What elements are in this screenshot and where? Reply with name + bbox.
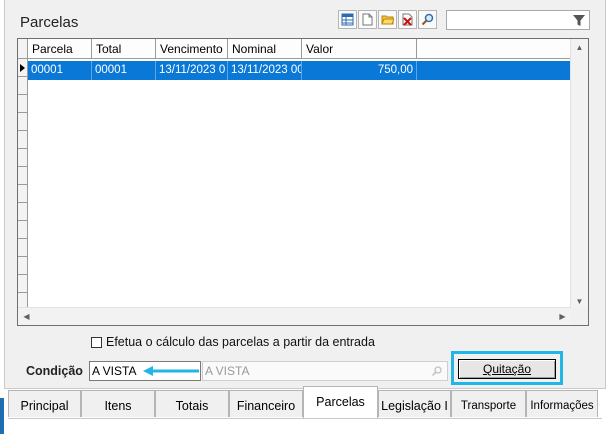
row-indicator bbox=[18, 95, 28, 113]
column-header-parcela[interactable]: Parcela bbox=[28, 39, 92, 59]
tab-bar: Principal Itens Totais Financeiro Parcel… bbox=[8, 386, 602, 419]
row-indicator bbox=[18, 167, 28, 185]
tab-financeiro[interactable]: Financeiro bbox=[229, 390, 303, 417]
calc-from-entry-label: Efetua o cálculo das parcelas a partir d… bbox=[106, 335, 375, 349]
tab-parcelas[interactable]: Parcelas bbox=[303, 386, 378, 418]
current-row-indicator bbox=[18, 59, 28, 77]
filter-field[interactable] bbox=[446, 10, 590, 30]
row-indicator bbox=[18, 275, 28, 293]
row-indicator bbox=[18, 185, 28, 203]
window-edge-strip bbox=[0, 398, 4, 434]
row-indicator bbox=[18, 239, 28, 257]
row-indicator bbox=[18, 203, 28, 221]
parcelas-grid[interactable]: Parcela Total Vencimento Nominal Valor 0… bbox=[17, 38, 589, 326]
panel-title: Parcelas bbox=[20, 14, 79, 31]
column-header-total[interactable]: Total bbox=[92, 39, 156, 59]
new-document-icon bbox=[362, 13, 373, 26]
cell-parcela[interactable]: 00001 bbox=[28, 61, 92, 80]
condition-description-field: A VISTA bbox=[202, 361, 448, 381]
scroll-up-arrow-icon[interactable]: ▲ bbox=[571, 39, 588, 56]
tab-legislacao[interactable]: Legislação I bbox=[378, 390, 451, 417]
row-indicator bbox=[18, 113, 28, 131]
row-indicator bbox=[18, 131, 28, 149]
open-button[interactable] bbox=[378, 10, 397, 29]
condition-description: A VISTA bbox=[205, 364, 250, 378]
lookup-search-icon[interactable] bbox=[431, 365, 443, 377]
grid-corner bbox=[18, 39, 28, 59]
row-indicator-column bbox=[18, 59, 28, 314]
open-folder-icon bbox=[381, 15, 394, 25]
table-row[interactable]: 00001 00001 13/11/2023 0 13/11/2023 00 7… bbox=[28, 61, 571, 80]
spreadsheet-icon bbox=[341, 13, 354, 26]
grid-header: Parcela Total Vencimento Nominal Valor bbox=[18, 39, 571, 59]
condition-label: Condição bbox=[26, 364, 83, 378]
header-filler bbox=[417, 39, 571, 59]
row-indicator bbox=[18, 257, 28, 275]
search-button[interactable] bbox=[418, 10, 437, 29]
row-indicator bbox=[18, 149, 28, 167]
scrollbar-corner bbox=[571, 308, 588, 325]
spreadsheet-button[interactable] bbox=[338, 10, 357, 29]
tab-totais[interactable]: Totais bbox=[155, 390, 229, 417]
parcelas-panel: Parcelas Parcela Total Vencimento Nomina… bbox=[4, 0, 606, 389]
cell-vencimento[interactable]: 13/11/2023 0 bbox=[156, 61, 228, 80]
quitacao-button[interactable]: Quitação bbox=[458, 359, 556, 379]
new-button[interactable] bbox=[358, 10, 377, 29]
row-filler bbox=[417, 61, 571, 80]
horizontal-scrollbar[interactable]: ◀ ▶ bbox=[18, 307, 571, 325]
delete-button[interactable] bbox=[398, 10, 417, 29]
search-icon bbox=[421, 13, 434, 26]
tab-transporte[interactable]: Transporte bbox=[451, 390, 526, 417]
column-header-nominal[interactable]: Nominal bbox=[228, 39, 302, 59]
scroll-right-arrow-icon[interactable]: ▶ bbox=[554, 308, 571, 325]
filter-icon[interactable] bbox=[572, 14, 586, 27]
column-header-valor[interactable]: Valor bbox=[302, 39, 417, 59]
tab-informacoes[interactable]: Informações bbox=[526, 390, 598, 417]
row-indicator bbox=[18, 221, 28, 239]
tab-itens[interactable]: Itens bbox=[81, 390, 155, 417]
tab-principal[interactable]: Principal bbox=[8, 390, 81, 417]
annotation-arrow-icon bbox=[143, 366, 199, 376]
column-header-vencimento[interactable]: Vencimento bbox=[156, 39, 228, 59]
cell-total[interactable]: 00001 bbox=[92, 61, 156, 80]
grid-toolbar bbox=[338, 10, 437, 29]
cell-valor[interactable]: 750,00 bbox=[302, 61, 417, 80]
row-indicator bbox=[18, 77, 28, 95]
delete-icon bbox=[402, 13, 413, 26]
vertical-scrollbar[interactable]: ▲ ▼ bbox=[570, 39, 588, 310]
calc-from-entry-option[interactable]: Efetua o cálculo das parcelas a partir d… bbox=[91, 335, 375, 349]
scroll-left-arrow-icon[interactable]: ◀ bbox=[18, 308, 35, 325]
calc-from-entry-checkbox[interactable] bbox=[91, 336, 102, 348]
cell-nominal[interactable]: 13/11/2023 00 bbox=[228, 61, 302, 80]
